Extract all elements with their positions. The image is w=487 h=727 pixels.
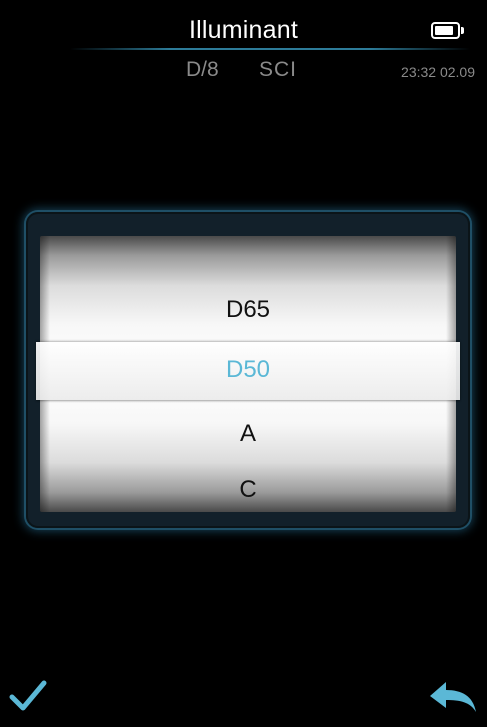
checkmark-icon <box>9 680 47 711</box>
picker-option-c[interactable]: C <box>36 476 460 504</box>
specular-component: SCI <box>259 58 298 81</box>
title-underline <box>70 48 470 50</box>
battery-icon <box>431 22 464 39</box>
picker-option-d65[interactable]: D65 <box>36 296 460 324</box>
confirm-button[interactable] <box>8 675 48 715</box>
page-title: Illuminant <box>189 16 298 44</box>
back-arrow-icon <box>430 682 476 712</box>
battery-level <box>435 26 453 35</box>
picker-option-d50[interactable]: D50 <box>36 356 460 384</box>
picker-option-a[interactable]: A <box>36 420 460 448</box>
clock: 23:32 02.09 <box>401 64 475 80</box>
measurement-geometry: D/8 <box>186 58 219 81</box>
back-button[interactable] <box>428 680 478 716</box>
status-bar: Illuminant D/8 SCI 23:32 02.09 <box>0 0 487 92</box>
screen: Illuminant D/8 SCI 23:32 02.09 D65 D50 A… <box>0 0 487 727</box>
